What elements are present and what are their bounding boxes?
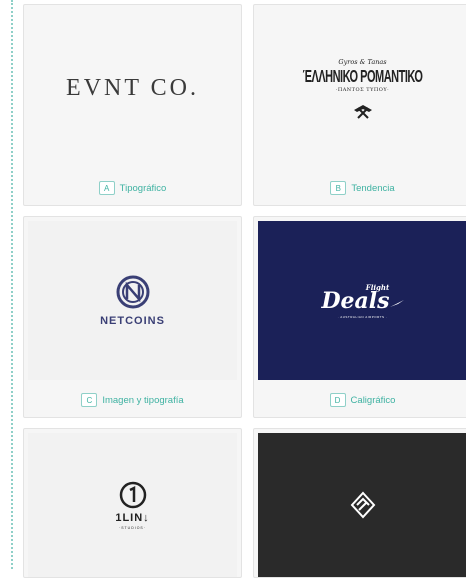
card-caption[interactable]: B Tendencia: [254, 181, 466, 195]
card-caption[interactable]: C Imagen y tipografía: [24, 393, 241, 407]
card-caption[interactable]: A Tipográfico: [24, 181, 241, 195]
logo-card-tipografico[interactable]: EVNT CO. A Tipográfico: [23, 4, 242, 206]
logo-card-1line[interactable]: 1LIN↓ ·STUDIOS·: [23, 428, 242, 578]
logo-script-text: Gyros & Tanas: [338, 58, 387, 66]
card-label: Tipográfico: [119, 182, 167, 194]
logo-subtext: ·STUDIOS·: [119, 526, 146, 530]
card-label: Imagen y tipografía: [102, 394, 184, 406]
logo-card-tendencia[interactable]: Gyros & Tanas ΈΛΛΗΝΙΚΟ ΡΟΜΑΝΤΙΚΟ ·ΠΑΝΤΟΣ…: [253, 4, 466, 206]
airplane-icon: [389, 299, 404, 307]
option-badge: A: [98, 181, 115, 195]
logo-subtext: · AUSTRALIAN AIRPORTS ·: [337, 314, 388, 319]
crossed-tools-icon: [353, 105, 372, 119]
geometric-diamond-icon: [350, 491, 375, 519]
option-badge: C: [81, 393, 98, 407]
logo-text: Deals: [321, 288, 404, 314]
logo-text: ΈΛΛΗΝΙΚΟ ΡΟΜΑΝΤΙΚΟ: [302, 67, 423, 87]
card-label: Caligráfico: [350, 394, 396, 406]
logo-thumbnail: EVNT CO.: [28, 9, 237, 168]
logo-card-caligrafico[interactable]: Flight Deals · AUSTRALIAN AIRPORTS · D C…: [253, 216, 466, 418]
logo-text: 1LIN↓: [115, 512, 150, 524]
option-badge: D: [329, 393, 346, 407]
logo-thumbnail: Gyros & Tanas ΈΛΛΗΝΙΚΟ ΡΟΜΑΝΤΙΚΟ ·ΠΑΝΤΟΣ…: [258, 9, 466, 168]
logo-thumbnail: 1LIN↓ ·STUDIOS·: [28, 433, 237, 577]
logo: Gyros & Tanas ΈΛΛΗΝΙΚΟ ΡΟΜΑΝΤΙΚΟ ·ΠΑΝΤΟΣ…: [303, 58, 423, 119]
logo-text: NETCOINS: [100, 314, 165, 327]
logo: 1LIN↓ ·STUDIOS·: [115, 480, 149, 530]
logo: NETCOINS: [100, 275, 165, 327]
logo-thumbnail: [258, 433, 466, 577]
logo-thumbnail: Flight Deals · AUSTRALIAN AIRPORTS ·: [258, 221, 466, 380]
logo: Flight Deals · AUSTRALIAN AIRPORTS ·: [321, 283, 404, 319]
logo-subtext: ·ΠΑΝΤΟΣ ΤΥΠΟΥ·: [335, 87, 390, 93]
netcoins-emblem-icon: [116, 275, 149, 308]
logo-thumbnail: NETCOINS: [28, 221, 237, 380]
option-badge: B: [330, 181, 347, 195]
dotted-guide-line: [11, 0, 13, 569]
logo-text: EVNT CO.: [66, 75, 199, 101]
logo-card-geometric[interactable]: [253, 428, 466, 578]
card-caption[interactable]: D Caligráfico: [254, 393, 466, 407]
logo-card-imagen-tipografia[interactable]: NETCOINS C Imagen y tipografía: [23, 216, 242, 418]
card-label: Tendencia: [351, 182, 395, 194]
circled-one-icon: [119, 481, 146, 509]
